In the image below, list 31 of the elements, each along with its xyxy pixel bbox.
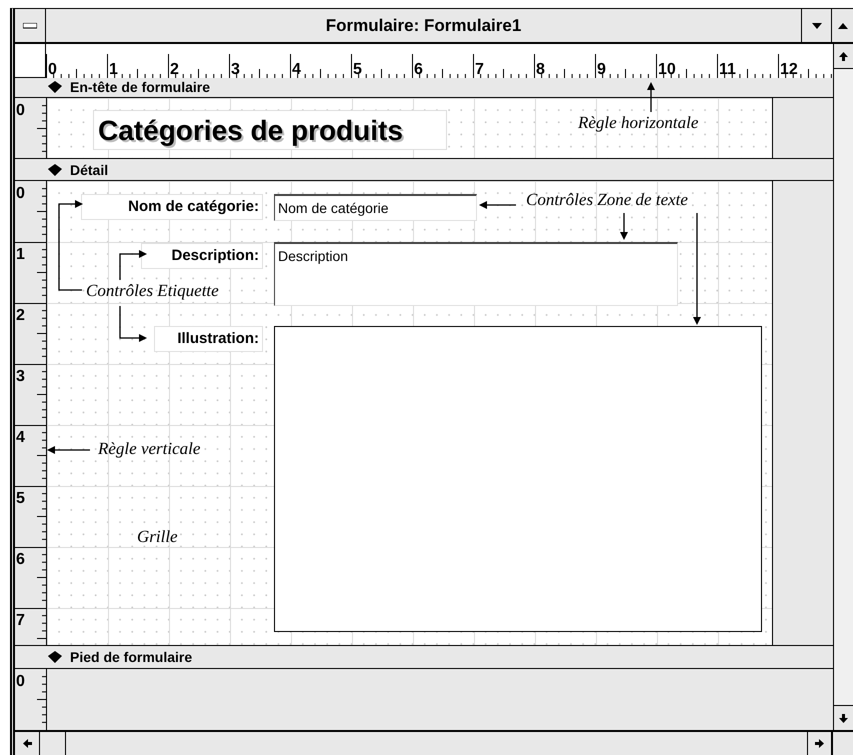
arrow-down-icon bbox=[839, 714, 848, 722]
section-marker-icon bbox=[48, 81, 62, 94]
arrow-left-icon bbox=[22, 739, 32, 748]
field-label[interactable]: Illustration: bbox=[154, 326, 263, 352]
section-marker-icon bbox=[48, 651, 62, 664]
annotation-text: Règle verticale bbox=[98, 439, 200, 459]
window-title: Formulaire: Formulaire1 bbox=[324, 15, 522, 37]
annotation-text: Contrôles Etiquette bbox=[86, 281, 219, 301]
horizontal-ruler: 0 1 2 3 4 5 6 7 8 9 10 11 12 bbox=[46, 44, 833, 78]
section-marker-icon bbox=[48, 164, 62, 176]
field-label[interactable]: Description: bbox=[141, 243, 263, 270]
scroll-right-button[interactable] bbox=[807, 732, 832, 755]
scroll-down-button[interactable] bbox=[834, 705, 853, 730]
section-header[interactable]: Détail bbox=[15, 158, 833, 182]
caret-down-icon bbox=[812, 22, 822, 28]
arrow-up-icon bbox=[839, 52, 848, 60]
leader-arrow bbox=[620, 213, 628, 240]
annotation-text: Contrôles Zone de texte bbox=[526, 190, 688, 210]
text-box-control[interactable]: Description bbox=[274, 242, 678, 306]
form-title-label[interactable]: Catégories de produits bbox=[93, 110, 447, 150]
caret-up-icon bbox=[838, 22, 848, 28]
section-header[interactable]: En-tête de formulaire bbox=[15, 78, 833, 98]
arrow-right-icon bbox=[815, 739, 824, 748]
leader-arrow bbox=[479, 201, 516, 209]
annotation-text: Règle horizontale bbox=[578, 113, 698, 133]
text-box-control[interactable]: Nom de catégorie bbox=[274, 194, 477, 222]
minus-icon bbox=[23, 22, 37, 28]
annotation-text: Grille bbox=[137, 527, 178, 547]
field-label[interactable]: Nom de catégorie: bbox=[81, 194, 263, 220]
section-header[interactable]: Pied de formulaire bbox=[15, 645, 833, 670]
scroll-up-button[interactable] bbox=[834, 44, 853, 69]
